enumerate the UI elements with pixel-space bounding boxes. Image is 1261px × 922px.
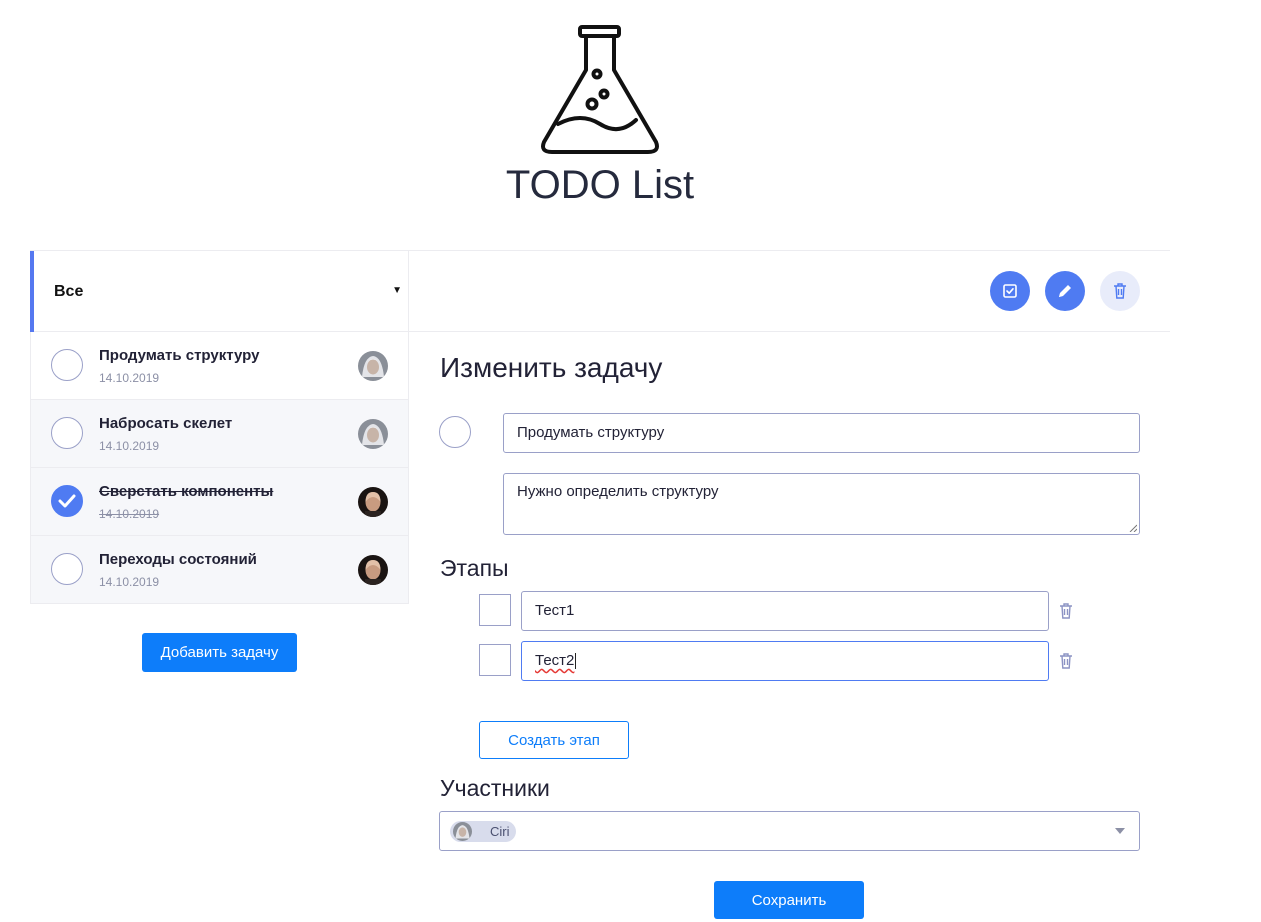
members-heading: Участники	[440, 775, 550, 801]
member-chip[interactable]: Ciri	[450, 821, 516, 842]
task-date: 14.10.2019	[99, 371, 160, 385]
flask-icon	[541, 25, 659, 154]
task-item[interactable]: Набросать скелет 14.10.2019	[31, 400, 408, 468]
task-date: 14.10.2019	[99, 439, 160, 453]
page-title: TODO List	[505, 163, 695, 207]
description-text: Нужно определить структуру	[517, 483, 719, 500]
task-checkbox[interactable]	[51, 417, 83, 449]
trash-icon	[1114, 283, 1126, 299]
checkbox-icon	[1003, 284, 1017, 298]
task-checkbox[interactable]	[51, 485, 83, 517]
text-cursor	[575, 653, 577, 670]
white-haired-avatar	[453, 822, 472, 841]
task-description-textarea[interactable]: Нужно определить структуру	[503, 473, 1140, 535]
editor-heading: Изменить задачу	[440, 352, 663, 383]
board-header: Все ▼	[30, 250, 1170, 332]
delete-task-button[interactable]	[1100, 271, 1140, 311]
stage-checkbox[interactable]	[479, 644, 511, 676]
filter-label: Все	[54, 283, 84, 300]
stage-input-text: Тест2	[535, 652, 575, 669]
caret-down-icon: ▼	[392, 285, 402, 296]
stage-input[interactable]: Тест2	[521, 641, 1049, 681]
caret-down-icon[interactable]	[1115, 828, 1125, 834]
resize-handle-icon[interactable]	[1129, 524, 1137, 532]
task-checkbox[interactable]	[51, 349, 83, 381]
task-item[interactable]: Сверстать компоненты 14.10.2019	[31, 468, 408, 536]
complete-task-button[interactable]	[990, 271, 1030, 311]
task-title: Продумать структуру	[99, 347, 260, 364]
add-task-button[interactable]: Добавить задачу	[142, 633, 297, 672]
members-select[interactable]: Ciri	[439, 811, 1140, 851]
save-button[interactable]: Сохранить	[714, 881, 864, 919]
create-stage-button[interactable]: Создать этап	[479, 721, 629, 759]
stages-heading: Этапы	[440, 555, 509, 581]
task-date: 14.10.2019	[99, 575, 160, 589]
edit-task-button[interactable]	[1045, 271, 1085, 311]
task-done-checkbox[interactable]	[439, 416, 471, 448]
task-item[interactable]: Продумать структуру 14.10.2019	[31, 332, 408, 400]
pencil-icon	[1059, 285, 1071, 297]
task-list: Продумать структуру 14.10.2019 Набросать…	[30, 332, 409, 604]
stage-checkbox[interactable]	[479, 594, 511, 626]
task-title: Сверстать компоненты	[99, 483, 274, 500]
bald-man-avatar	[358, 555, 388, 585]
white-haired-avatar	[358, 351, 388, 381]
task-checkbox[interactable]	[51, 553, 83, 585]
task-title: Набросать скелет	[99, 415, 233, 432]
task-date: 14.10.2019	[99, 507, 160, 521]
bald-man-avatar	[358, 487, 388, 517]
member-name: Ciri	[490, 824, 510, 839]
trash-icon[interactable]	[1058, 602, 1074, 620]
filter-dropdown[interactable]: Все ▼	[30, 251, 409, 332]
task-title-input[interactable]: Продумать структуру	[503, 413, 1140, 453]
task-item[interactable]: Переходы состояний 14.10.2019	[31, 536, 408, 604]
stage-input[interactable]: Тест1	[521, 591, 1049, 631]
white-haired-avatar	[358, 419, 388, 449]
checkmark-icon	[58, 494, 76, 508]
trash-icon[interactable]	[1058, 652, 1074, 670]
task-title: Переходы состояний	[99, 551, 257, 568]
